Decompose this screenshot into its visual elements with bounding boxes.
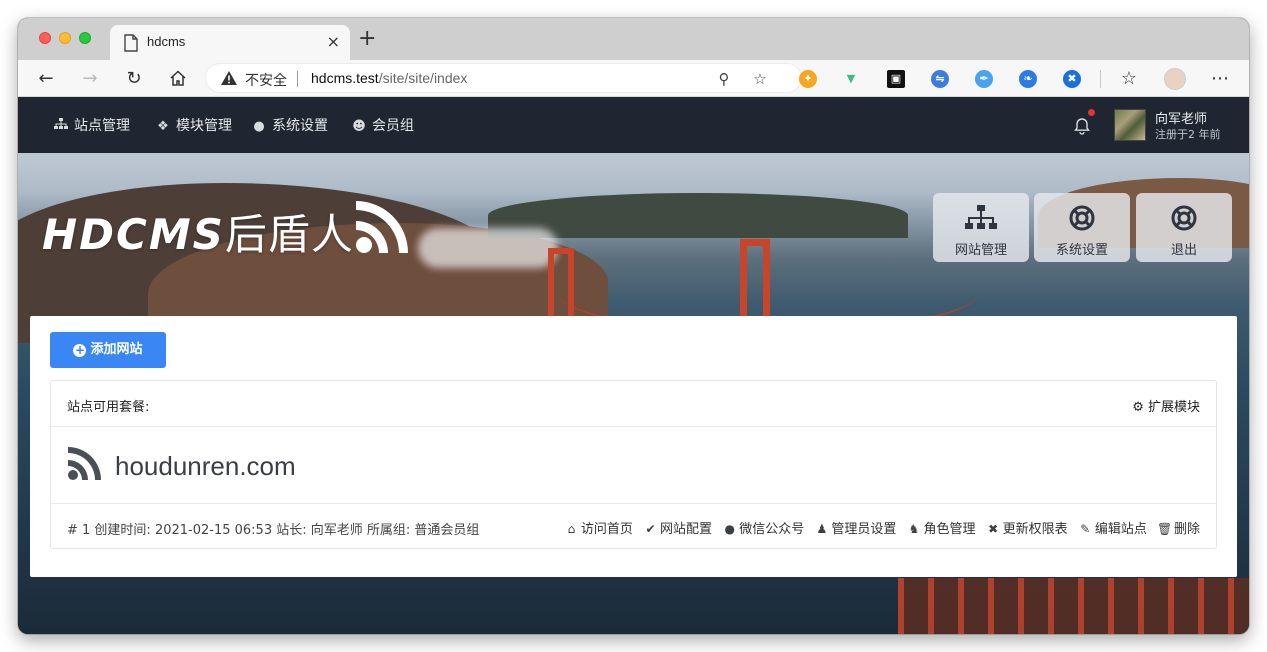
vue-devtools-icon[interactable]: ▼ bbox=[842, 70, 860, 88]
url-separator bbox=[297, 71, 298, 87]
rss-icon bbox=[68, 447, 101, 480]
pencil-icon: ✎ bbox=[1080, 522, 1091, 536]
page-icon bbox=[124, 34, 138, 52]
user-lock-icon: ♞ bbox=[908, 522, 920, 536]
rss-logo-icon bbox=[356, 201, 408, 253]
action-update-permissions[interactable]: ✖ 更新权限表 bbox=[986, 518, 1068, 537]
panel-footer: # 1 创建时间: 2021-02-15 06:53 站长: 向军老师 所属组:… bbox=[51, 503, 1216, 549]
browser-window: hdcms × + ← → ↻ 不安全 hdcms.test/site/site… bbox=[18, 18, 1249, 634]
avatar[interactable] bbox=[1114, 109, 1146, 141]
lifebuoy-icon bbox=[1171, 205, 1197, 231]
bridge-deck bbox=[898, 578, 1249, 634]
site-actions: ⌂ 访问首页 ✔ 网站配置 ● 微信公众号 ♟ 管理员设置 ♞ 角色管理 ✖ 更新权限表 ✎… bbox=[558, 518, 1200, 537]
tile-logout[interactable]: 退出 bbox=[1136, 193, 1232, 262]
url-text[interactable]: hdcms.test/site/site/index bbox=[311, 70, 467, 86]
action-admin-settings[interactable]: ♟ 管理员设置 bbox=[814, 518, 896, 537]
zoom-icon[interactable]: ⚲ bbox=[714, 69, 734, 89]
site-meta: # 1 创建时间: 2021-02-15 06:53 站长: 向军老师 所属组:… bbox=[67, 523, 480, 538]
lifebuoy-icon bbox=[1069, 205, 1095, 231]
window-minimize-button[interactable] bbox=[59, 32, 71, 44]
extension-square-icon[interactable]: ▣ bbox=[887, 70, 905, 88]
action-site-config[interactable]: ✔ 网站配置 bbox=[643, 518, 713, 537]
address-bar[interactable]: 不安全 hdcms.test/site/site/index ⚲ ☆ bbox=[205, 63, 802, 93]
insecure-label: 不安全 bbox=[245, 72, 287, 88]
user-name[interactable]: 向军老师 bbox=[1155, 108, 1207, 127]
hero-cloud bbox=[418, 228, 558, 268]
tile-label: 退出 bbox=[1170, 243, 1197, 258]
tab-title: hdcms bbox=[147, 34, 186, 49]
extension-pen-icon[interactable]: ✒ bbox=[975, 70, 993, 88]
user-registered-text: 注册于2 年前 bbox=[1155, 128, 1221, 141]
browser-tab[interactable]: hdcms × bbox=[110, 25, 350, 60]
add-site-button[interactable]: + 添加网站 bbox=[50, 332, 166, 368]
site-panel: 站点可用套餐: ⚙ 扩展模块 houdunren.com # 1 创建时间: 2… bbox=[50, 380, 1217, 549]
new-tab-button[interactable]: + bbox=[358, 26, 376, 52]
notification-dot bbox=[1088, 109, 1095, 116]
back-arrow-icon[interactable]: ← bbox=[36, 69, 56, 89]
tab-close-button[interactable]: × bbox=[327, 33, 340, 51]
tab-strip: hdcms × + bbox=[18, 18, 1249, 60]
tile-site-management[interactable]: 网站管理 bbox=[933, 193, 1029, 262]
translate-icon[interactable]: ⇋ bbox=[931, 70, 949, 88]
user-icon: ♟ bbox=[816, 522, 828, 536]
times-circle-icon: ✖ bbox=[988, 522, 999, 536]
nav-item-modules[interactable]: ❖ 模块管理 bbox=[154, 117, 232, 135]
gear-icon: ⚙ bbox=[1132, 400, 1144, 415]
nav-label: 系统设置 bbox=[272, 118, 328, 134]
plus-circle-icon: + bbox=[73, 343, 87, 357]
home-icon[interactable] bbox=[168, 69, 188, 89]
action-wechat[interactable]: ● 微信公众号 bbox=[722, 518, 804, 537]
content-card: + 添加网站 站点可用套餐: ⚙ 扩展模块 houdunren.com # 1 创… bbox=[30, 316, 1237, 577]
more-menu-icon[interactable]: ⋯ bbox=[1210, 69, 1230, 89]
trash-icon: 🗑 bbox=[1156, 522, 1173, 536]
action-edit-site[interactable]: ✎ 编辑站点 bbox=[1078, 518, 1147, 537]
extension-blue-icon[interactable]: ✖ bbox=[1063, 70, 1081, 88]
extension-feather-icon[interactable]: ❧ bbox=[1019, 70, 1037, 88]
site-domain[interactable]: houdunren.com bbox=[115, 451, 296, 482]
warning-icon bbox=[221, 71, 237, 85]
favorites-icon[interactable]: ☆ bbox=[1119, 69, 1139, 89]
nav-label: 会员组 bbox=[372, 118, 414, 134]
comment-icon: ● bbox=[253, 119, 265, 134]
window-close-button[interactable] bbox=[39, 32, 51, 44]
users-icon: ☻ bbox=[352, 119, 366, 134]
site-logo: HDCMS后盾人 bbox=[42, 210, 354, 259]
extension-orange-icon[interactable]: ✦ bbox=[799, 70, 817, 88]
add-favorite-icon[interactable]: ☆ bbox=[750, 69, 770, 89]
nav-label: 模块管理 bbox=[176, 118, 232, 134]
wechat-icon: ● bbox=[724, 522, 735, 536]
toolbar-separator bbox=[1100, 70, 1101, 88]
forward-arrow-icon[interactable]: → bbox=[80, 69, 100, 89]
sitemap-icon bbox=[965, 205, 997, 229]
nav-item-settings[interactable]: ● 系统设置 bbox=[250, 117, 328, 135]
sitemap-icon bbox=[52, 118, 70, 136]
nav-item-member-groups[interactable]: ☻ 会员组 bbox=[350, 117, 414, 135]
nav-item-sites[interactable]: 站点管理 bbox=[52, 117, 130, 135]
action-visit-home[interactable]: ⌂ 访问首页 bbox=[564, 518, 633, 537]
hero-hill bbox=[488, 193, 908, 238]
cubes-icon: ❖ bbox=[157, 119, 169, 134]
panel-title: 站点可用套餐: bbox=[67, 400, 150, 415]
browser-toolbar: ← → ↻ 不安全 hdcms.test/site/site/index ⚲ ☆… bbox=[18, 60, 1249, 97]
action-role-management[interactable]: ♞ 角色管理 bbox=[907, 518, 976, 537]
action-delete[interactable]: 🗑 删除 bbox=[1157, 518, 1200, 537]
tile-system-settings[interactable]: 系统设置 bbox=[1034, 193, 1130, 262]
hero-banner: HDCMS后盾人 网站管理 系统设置 退出 + 添加网站 站点可用套餐: ⚙ 扩… bbox=[18, 153, 1249, 634]
site-navbar: 站点管理 ❖ 模块管理 ● 系统设置 ☻ 会员组 向军老师 注册于2 年前 bbox=[18, 97, 1249, 153]
home-icon: ⌂ bbox=[567, 522, 576, 536]
profile-avatar-icon[interactable] bbox=[1164, 68, 1186, 90]
tile-label: 系统设置 bbox=[1055, 243, 1108, 258]
check-circle-icon: ✔ bbox=[645, 522, 656, 536]
tile-label: 网站管理 bbox=[954, 243, 1007, 258]
extend-module-link[interactable]: ⚙ 扩展模块 bbox=[1132, 396, 1200, 415]
window-maximize-button[interactable] bbox=[79, 32, 91, 44]
nav-label: 站点管理 bbox=[74, 118, 130, 134]
panel-header: 站点可用套餐: ⚙ 扩展模块 bbox=[51, 381, 1216, 427]
bell-icon[interactable] bbox=[1072, 116, 1092, 136]
reload-icon[interactable]: ↻ bbox=[124, 69, 144, 89]
